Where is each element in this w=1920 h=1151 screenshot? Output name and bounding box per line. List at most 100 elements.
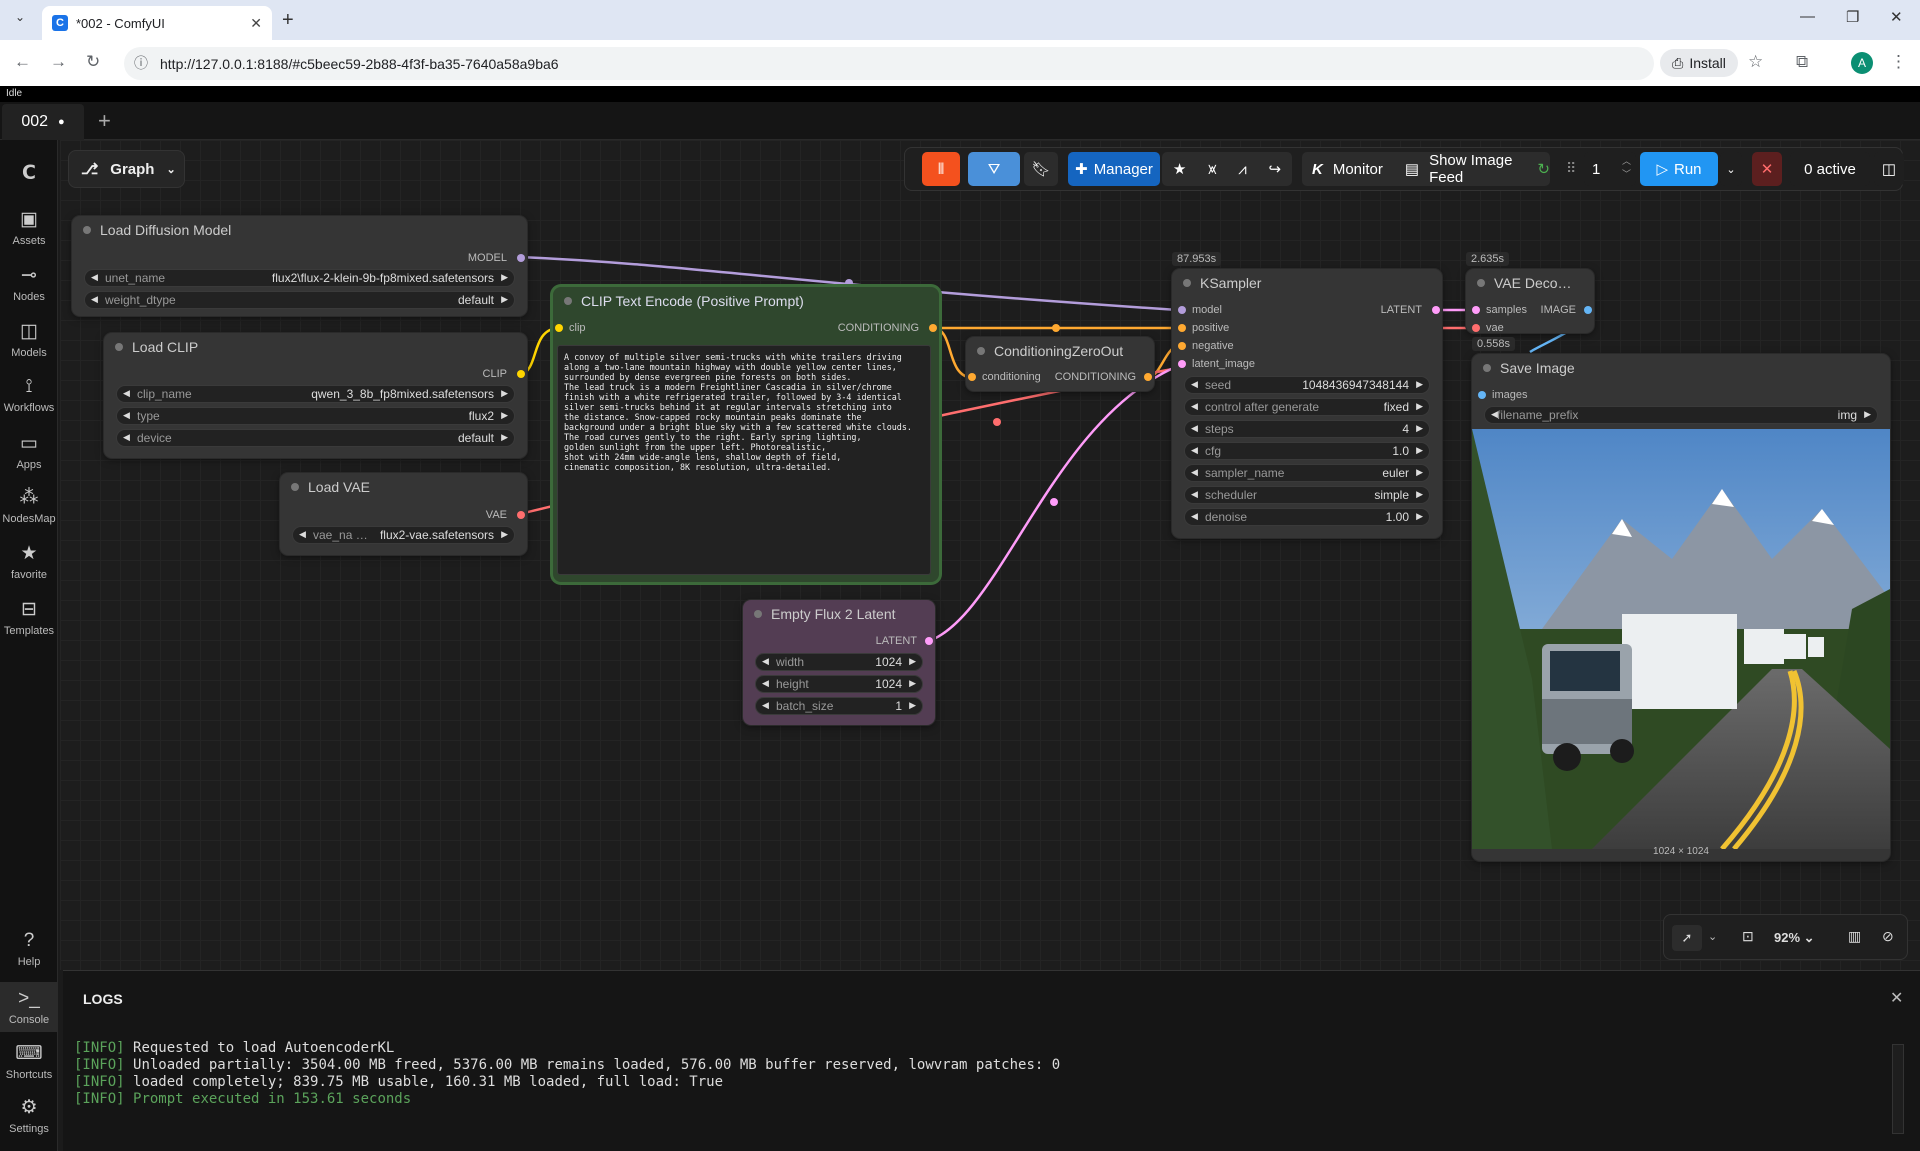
node-load-diffusion-model[interactable]: Load Diffusion Model MODEL unet_name flux…	[72, 216, 527, 316]
filename-prefix-widget[interactable]: filename_prefix img	[1484, 406, 1878, 424]
browser-menu-icon[interactable]: ⋮	[1890, 52, 1907, 72]
zoom-level[interactable]: 92% ⌄	[1774, 930, 1815, 946]
url-field[interactable]: http://127.0.0.1:8188/#c5beec59-2b88-4f3…	[124, 47, 1654, 80]
control-after-generate-widget[interactable]: control after generate fixed	[1184, 398, 1430, 416]
fit-view-icon[interactable]: ⊡	[1742, 928, 1754, 945]
seed-widget[interactable]: seed 1048436947348144	[1184, 376, 1430, 394]
run-button[interactable]: ▷ Run	[1640, 152, 1718, 186]
latent-input-slot[interactable]	[1178, 360, 1186, 368]
batch-size-widget[interactable]: batch_size 1	[755, 697, 923, 715]
vae-name-widget[interactable]: vae_na … flux2-vae.safetensors	[292, 526, 515, 544]
node-vae-decode[interactable]: VAE Deco… samples vae IMAGE	[1466, 269, 1594, 334]
sidebar-item-workflows[interactable]: ⟟ Workflows	[0, 376, 58, 414]
sidebar-item-templates[interactable]: ⊟ Templates	[0, 598, 58, 637]
sidebar-item-help[interactable]: ? Help	[0, 930, 58, 968]
browser-tab[interactable]: C *002 - ComfyUI ✕	[42, 6, 272, 40]
clip-input-slot[interactable]	[555, 324, 563, 332]
profile-avatar[interactable]: A	[1851, 52, 1873, 74]
minimap-icon[interactable]: ▥	[1848, 928, 1861, 945]
width-widget[interactable]: width 1024	[755, 653, 923, 671]
manager-button[interactable]: ✚ Manager	[1068, 152, 1160, 186]
conditioning-output-slot[interactable]	[1144, 373, 1152, 381]
sidebar-item-nodes[interactable]: ⊸ Nodes	[0, 264, 58, 303]
vae-input-slot[interactable]	[1472, 324, 1480, 332]
conditioning-input-slot[interactable]	[968, 373, 976, 381]
queue-stepper[interactable]: ︿ ﹀	[1622, 155, 1631, 181]
restore-icon[interactable]: ❐	[1846, 8, 1859, 26]
graph-mode-button[interactable]: ⎇ Graph ⌄	[68, 150, 185, 188]
workflow-tab-002[interactable]: 002 ●	[2, 104, 84, 140]
sidebar-item-console[interactable]: >_ Console	[0, 982, 58, 1032]
node-empty-flux2-latent[interactable]: Empty Flux 2 Latent LATENT width 1024 hei…	[743, 600, 935, 725]
node-conditioning-zero-out[interactable]: ConditioningZeroOut conditioning CONDITI…	[966, 337, 1154, 391]
unet-name-widget[interactable]: unet_name flux2\flux-2-klein-9b-fp8mixed.…	[84, 269, 515, 287]
site-info-icon[interactable]: ⓘ	[134, 53, 148, 73]
chevron-down-icon[interactable]: ⌄	[1708, 930, 1717, 943]
model-input-slot[interactable]	[1178, 306, 1186, 314]
conditioning-output-slot[interactable]	[929, 324, 937, 332]
sidebar-item-models[interactable]: ◫ Models	[0, 320, 58, 359]
reload-icon[interactable]: ↻	[86, 52, 100, 72]
negative-input-slot[interactable]	[1178, 342, 1186, 350]
sidebar-item-shortcuts[interactable]: ⌨ Shortcuts	[0, 1042, 58, 1081]
bookmark-button[interactable]: 🔖︎	[1024, 152, 1058, 186]
steps-widget[interactable]: steps 4	[1184, 420, 1430, 438]
sidebar-item-favorite[interactable]: ★ favorite	[0, 542, 58, 581]
weight-dtype-widget[interactable]: weight_dtype default	[84, 291, 515, 309]
node-load-vae[interactable]: Load VAE VAE vae_na … flux2-vae.safetenso…	[280, 473, 527, 555]
clip-name-widget[interactable]: clip_name qwen_3_8b_fp8mixed.safetensors	[116, 385, 515, 403]
samples-input-slot[interactable]	[1472, 306, 1480, 314]
tab-search-icon[interactable]: ⌄	[8, 10, 32, 32]
back-icon[interactable]: ←	[14, 52, 31, 72]
extensions-icon[interactable]: ⧉	[1796, 52, 1808, 72]
model-tool2-icon[interactable]: ⩘	[1238, 161, 1246, 178]
crystools-button[interactable]: ⛛	[968, 152, 1020, 186]
share-icon[interactable]: ↪	[1269, 160, 1282, 178]
model-tool-icon[interactable]: ⩙	[1208, 161, 1216, 178]
select-tool-button[interactable]: ➚	[1672, 925, 1702, 951]
scheduler-widget[interactable]: scheduler simple	[1184, 486, 1430, 504]
toggle-panel-button[interactable]: ◫	[1874, 152, 1904, 186]
positive-input-slot[interactable]	[1178, 324, 1186, 332]
sidebar-item-settings[interactable]: ⚙ Settings	[0, 1096, 58, 1135]
sidebar-item-apps[interactable]: ▭ Apps	[0, 432, 58, 471]
forward-icon[interactable]: →	[50, 52, 67, 72]
monitor-group[interactable]: K Monitor ▤ Show Image Feed ↻	[1302, 152, 1550, 186]
close-window-icon[interactable]: ✕	[1890, 8, 1903, 26]
hide-links-icon[interactable]: ⊘	[1882, 928, 1894, 945]
active-jobs-button[interactable]: 0 active	[1790, 152, 1870, 186]
latent-output-slot[interactable]	[1432, 306, 1440, 314]
clip-output-slot[interactable]	[517, 370, 525, 378]
vae-output-slot[interactable]	[517, 511, 525, 519]
cfg-widget[interactable]: cfg 1.0	[1184, 442, 1430, 460]
image-output-slot[interactable]	[1584, 306, 1592, 314]
latent-output-slot[interactable]	[925, 637, 933, 645]
new-workflow-icon[interactable]: +	[98, 108, 111, 134]
prompt-textarea[interactable]: A convoy of multiple silver semi-trucks …	[557, 345, 931, 575]
node-save-image[interactable]: Save Image images filename_prefix img 102…	[1472, 354, 1890, 861]
generated-image-preview[interactable]	[1472, 429, 1890, 849]
audio-bars-button[interactable]: ⦀	[922, 152, 960, 186]
images-input-slot[interactable]	[1478, 391, 1486, 399]
node-ksampler[interactable]: KSampler model positive negative latent_…	[1172, 269, 1442, 538]
close-logs-icon[interactable]: ✕	[1890, 988, 1903, 1008]
node-load-clip[interactable]: Load CLIP CLIP clip_name qwen_3_8b_fp8mix…	[104, 333, 527, 458]
install-button[interactable]: ⎙ Install	[1660, 49, 1738, 77]
clip-device-widget[interactable]: device default	[116, 429, 515, 447]
node-clip-text-encode[interactable]: CLIP Text Encode (Positive Prompt) clip …	[553, 287, 939, 582]
sidebar-item-assets[interactable]: ▣ Assets	[0, 208, 58, 247]
bookmark-star-icon[interactable]: ☆	[1748, 52, 1763, 72]
star-tool-icon[interactable]: ★	[1173, 160, 1186, 178]
cancel-run-button[interactable]: ✕	[1752, 152, 1782, 186]
run-options-button[interactable]: ⌄	[1720, 152, 1742, 186]
model-output-slot[interactable]	[517, 254, 525, 262]
new-tab-icon[interactable]: +	[282, 9, 294, 32]
denoise-widget[interactable]: denoise 1.00	[1184, 508, 1430, 526]
height-widget[interactable]: height 1024	[755, 675, 923, 693]
minimize-icon[interactable]: —	[1800, 8, 1815, 25]
sidebar-item-nodesmap[interactable]: ⁂ NodesMap	[0, 486, 58, 525]
logs-scrollbar[interactable]	[1892, 1044, 1904, 1134]
sampler-name-widget[interactable]: sampler_name euler	[1184, 464, 1430, 482]
comfy-logo[interactable]: 𝗖	[0, 162, 58, 189]
close-tab-icon[interactable]: ✕	[250, 15, 262, 32]
